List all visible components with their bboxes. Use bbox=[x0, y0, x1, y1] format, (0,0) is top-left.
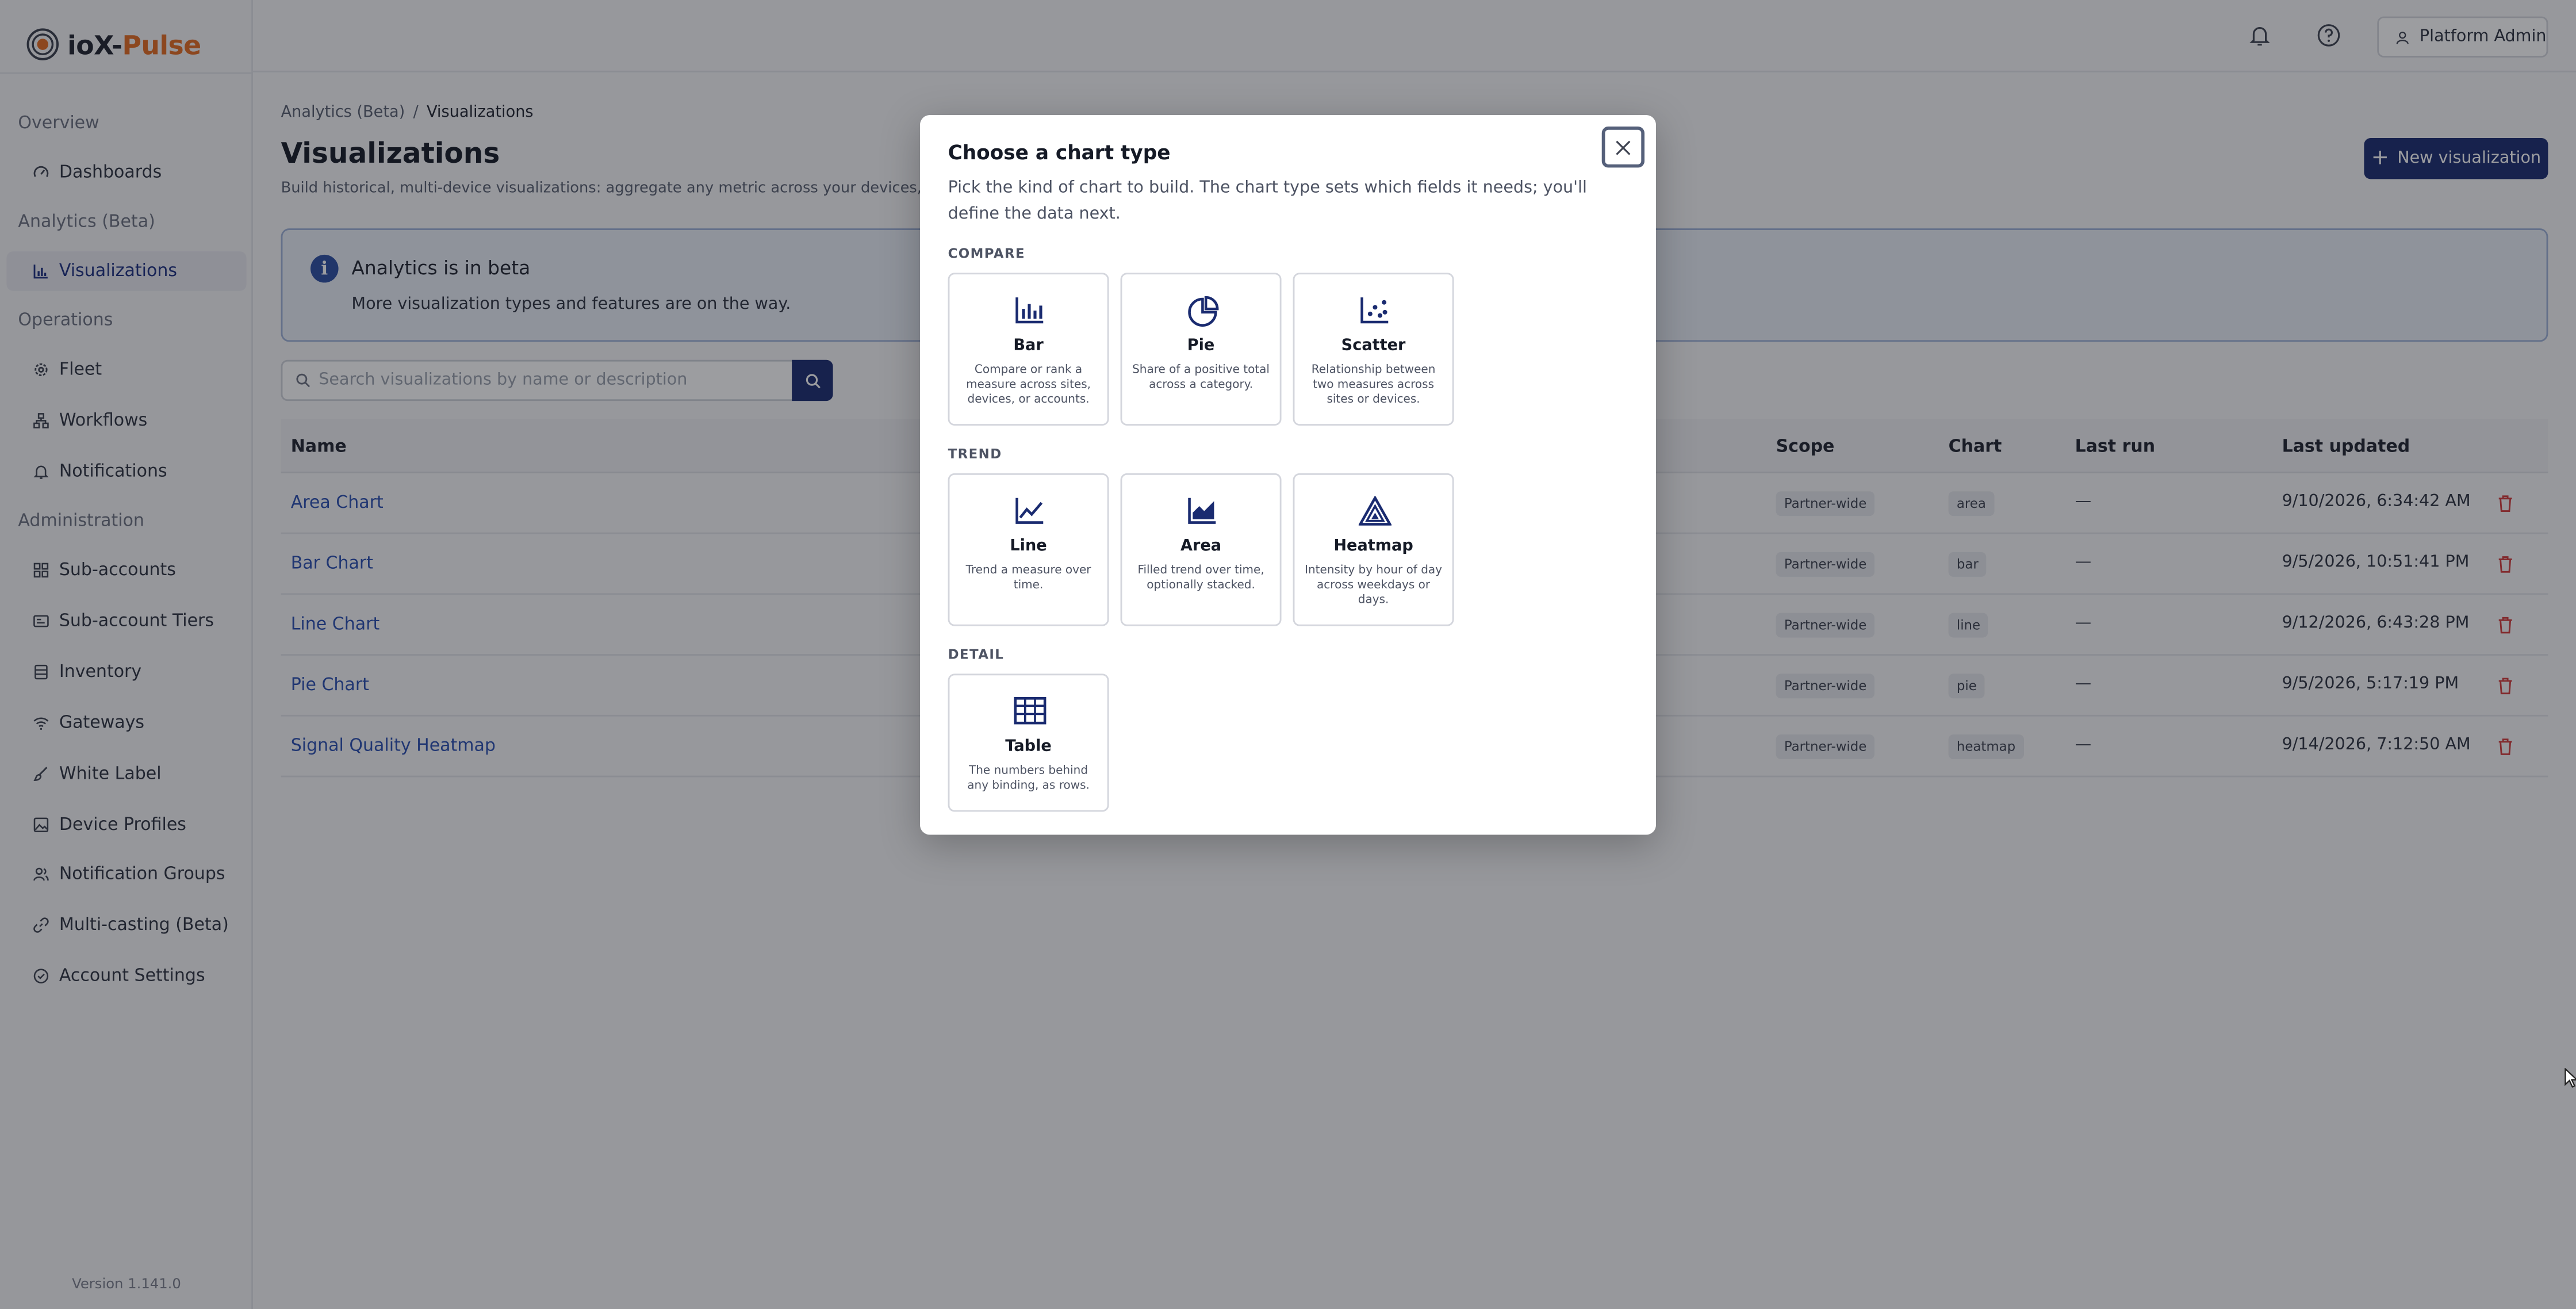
chart-option-line[interactable]: Line Trend a measure over time. bbox=[948, 473, 1109, 626]
line-chart-icon bbox=[1015, 497, 1044, 524]
chart-type-dialog: Choose a chart type Pick the kind of cha… bbox=[920, 115, 1656, 835]
mouse-cursor-icon bbox=[2564, 1068, 2576, 1088]
close-icon bbox=[1616, 140, 1631, 155]
group-label-compare: COMPARE bbox=[948, 246, 1026, 262]
option-description: Share of a positive total across a categ… bbox=[1132, 363, 1270, 391]
table-icon bbox=[1014, 697, 1046, 725]
option-description: The numbers behind any binding, as rows. bbox=[967, 764, 1090, 793]
option-title: Scatter bbox=[1341, 336, 1406, 355]
heatmap-icon bbox=[1358, 496, 1392, 526]
scatter-chart-icon bbox=[1360, 297, 1389, 324]
option-description: Trend a measure over time. bbox=[965, 564, 1091, 592]
close-button[interactable] bbox=[1601, 127, 1644, 168]
pie-chart-icon bbox=[1188, 296, 1219, 327]
bar-chart-icon bbox=[1015, 297, 1044, 324]
option-title: Line bbox=[1010, 537, 1047, 556]
chart-option-table[interactable]: Table The numbers behind any binding, as… bbox=[948, 673, 1109, 812]
option-title: Table bbox=[1005, 737, 1052, 756]
chart-option-heatmap[interactable]: Heatmap Intensity by hour of day across … bbox=[1293, 473, 1454, 626]
chart-option-area[interactable]: Area Filled trend over time, optionally … bbox=[1120, 473, 1282, 626]
chart-option-pie[interactable]: Pie Share of a positive total across a c… bbox=[1120, 273, 1282, 426]
option-description: Intensity by hour of day across weekdays… bbox=[1305, 564, 1443, 607]
option-description: Relationship between two measures across… bbox=[1311, 363, 1436, 406]
option-description: Filled trend over time, optionally stack… bbox=[1137, 564, 1264, 592]
dialog-title: Choose a chart type bbox=[948, 141, 1171, 164]
chart-option-bar[interactable]: Bar Compare or rank a measure across sit… bbox=[948, 273, 1109, 426]
option-title: Bar bbox=[1013, 336, 1044, 355]
group-label-trend: TREND bbox=[948, 447, 1002, 462]
area-chart-icon bbox=[1188, 497, 1216, 524]
chart-option-scatter[interactable]: Scatter Relationship between two measure… bbox=[1293, 273, 1454, 426]
option-title: Heatmap bbox=[1333, 537, 1413, 556]
option-title: Area bbox=[1180, 537, 1222, 556]
group-label-detail: DETAIL bbox=[948, 647, 1005, 663]
option-description: Compare or rank a measure across sites, … bbox=[966, 363, 1091, 406]
dialog-description: Pick the kind of chart to build. The cha… bbox=[948, 179, 1587, 223]
option-title: Pie bbox=[1187, 336, 1215, 355]
